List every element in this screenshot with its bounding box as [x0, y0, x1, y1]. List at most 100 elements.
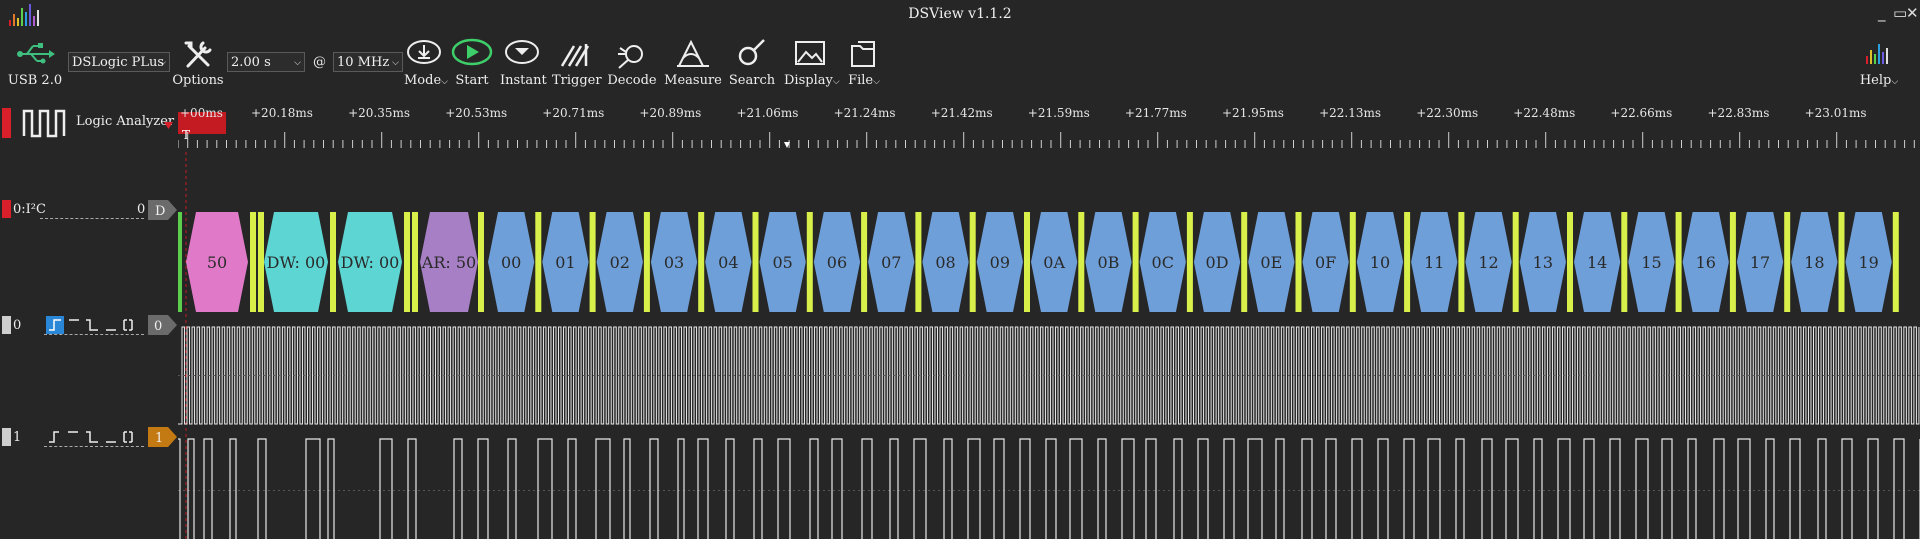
- instant-label: Instant: [500, 73, 547, 88]
- ack-marker: [806, 212, 813, 312]
- decoder-color-tag: [2, 200, 11, 218]
- instant-button[interactable]: Instant: [500, 38, 547, 88]
- ack-marker: [1784, 212, 1791, 312]
- title-bar: DSView v1.1.2 _ ▭ ✕: [0, 0, 1920, 30]
- decode-data-block-label: 04: [718, 253, 738, 272]
- decode-data-block-label: 11: [1424, 253, 1444, 272]
- decoder-name[interactable]: 0:I²C: [13, 202, 46, 217]
- close-button[interactable]: ✕: [1906, 4, 1919, 22]
- usb-status: USB 2.0: [6, 38, 64, 88]
- decode-data-block-label: 05: [772, 253, 792, 272]
- decoder-badge[interactable]: D: [148, 200, 178, 220]
- search-label: Search: [728, 73, 776, 88]
- ch1-name-underline: [44, 446, 144, 447]
- decode-data-block-label: 15: [1641, 253, 1661, 272]
- ack-marker: [1186, 212, 1193, 312]
- decoder-badge-text: D: [155, 204, 165, 219]
- decode-data-block-label: 09: [990, 253, 1010, 272]
- measure-icon: [677, 39, 709, 67]
- trigger-edge-icons[interactable]: [66, 316, 144, 334]
- display-button[interactable]: Display⌵: [784, 38, 840, 88]
- ch0-badge-text: 0: [154, 319, 162, 334]
- measure-button[interactable]: Measure: [664, 38, 722, 88]
- caret-down-icon: [164, 122, 173, 129]
- display-label: Display⌵: [784, 73, 840, 88]
- ack-marker: [330, 212, 336, 312]
- download-circle-icon: [407, 40, 441, 64]
- decode-data-block-label: 0A: [1043, 253, 1065, 272]
- ack-marker: [752, 212, 759, 312]
- ch0-number: 0: [13, 318, 22, 333]
- ch0-color-tag: [2, 316, 11, 334]
- help-logo-icon: [1866, 44, 1888, 64]
- toolbar: USB 2.0 DSLogic PLus ⌵ Options 2.00 s ⌵ …: [0, 30, 1920, 102]
- ack-marker: [1729, 212, 1736, 312]
- chevron-down-icon: ⌵: [159, 58, 166, 68]
- options-button[interactable]: Options: [172, 38, 224, 88]
- decode-data-block-label: 0C: [1152, 253, 1174, 272]
- trigger-button[interactable]: Trigger: [552, 38, 602, 88]
- ch1-trigger-edge-icons[interactable]: [46, 428, 144, 446]
- ack-marker: [861, 212, 868, 312]
- ack-marker: [643, 212, 650, 312]
- file-label: File⌵: [848, 73, 880, 88]
- ack-marker: [258, 212, 264, 312]
- rising-edge-trigger-icon[interactable]: [46, 316, 64, 334]
- ch1-data-trace[interactable]: [178, 438, 1920, 539]
- display-icon: [795, 41, 825, 65]
- measure-label: Measure: [664, 73, 722, 88]
- app-title: DSView v1.1.2: [908, 6, 1012, 22]
- ack-marker: [412, 212, 418, 312]
- play-icon: [451, 38, 493, 66]
- chevron-down-icon: ⌵: [294, 58, 301, 68]
- file-button[interactable]: File⌵: [843, 38, 885, 88]
- chevron-down-icon: ⌵: [392, 58, 399, 68]
- duration-select[interactable]: 2.00 s ⌵: [227, 52, 305, 72]
- decode-button[interactable]: Decode: [607, 38, 657, 88]
- device-select[interactable]: DSLogic PLus ⌵: [68, 52, 170, 72]
- analyzer-label: Logic Analyzer: [76, 114, 175, 129]
- time-ruler[interactable]: +00ms T +20.18ms +20.35ms +20.53ms +20.71ms…: [178, 102, 1920, 152]
- ch0-badge[interactable]: 0: [148, 315, 178, 335]
- ack-marker: [1241, 212, 1248, 312]
- ack-marker: [1567, 212, 1573, 312]
- decode-data-block-label: 13: [1533, 253, 1553, 272]
- help-button[interactable]: Help⌵: [1856, 38, 1902, 88]
- decoder-name-underline: [40, 218, 144, 219]
- decode-data-block-label: 07: [881, 253, 901, 272]
- ack-marker: [589, 212, 596, 312]
- decode-write-block-label: DW: 00: [267, 253, 326, 272]
- instant-capture-icon: [505, 40, 539, 64]
- decode-data-block-label: 02: [610, 253, 630, 272]
- decode-data-block-label: 12: [1478, 253, 1498, 272]
- start-button[interactable]: Start: [450, 38, 494, 88]
- ack-marker: [1458, 212, 1465, 312]
- ack-marker: [1892, 212, 1899, 312]
- usb-icon: [17, 43, 55, 64]
- trigger-label: Trigger: [552, 73, 602, 88]
- duration-value: 2.00 s: [231, 55, 271, 70]
- ack-marker: [915, 212, 922, 312]
- signal-traces[interactable]: 50 DW: 00 DW: 00 AR: 50 00 01 02 03 04 05 06 07 08 09…: [178, 152, 1920, 539]
- ch1-color-tag: [2, 428, 11, 446]
- ack-marker: [1675, 212, 1682, 312]
- mode-button[interactable]: Mode⌵: [404, 38, 448, 88]
- decode-icon: [618, 45, 643, 69]
- trigger-icon: [560, 44, 590, 67]
- tools-icon: [184, 41, 212, 68]
- ack-marker: [535, 212, 542, 312]
- decode-data-block-label: 17: [1750, 253, 1770, 272]
- minimize-button[interactable]: _: [1878, 4, 1886, 22]
- ch1-badge[interactable]: 1: [148, 427, 178, 447]
- decode-write-block-label: DW: 00: [341, 253, 400, 272]
- decode-read-address-block-label: AR: 50: [421, 253, 476, 272]
- decode-label: Decode: [607, 73, 657, 88]
- decode-address-block-label: 50: [207, 253, 227, 272]
- search-button[interactable]: Search: [727, 38, 777, 88]
- analyzer-color-tag: [2, 108, 11, 138]
- at-symbol: @: [313, 55, 326, 70]
- device-select-value: DSLogic PLus: [72, 55, 165, 70]
- decode-data-block-label: 14: [1587, 253, 1607, 272]
- samplerate-select[interactable]: 10 MHz ⌵: [333, 52, 403, 72]
- decode-data-block-label: 01: [555, 253, 575, 272]
